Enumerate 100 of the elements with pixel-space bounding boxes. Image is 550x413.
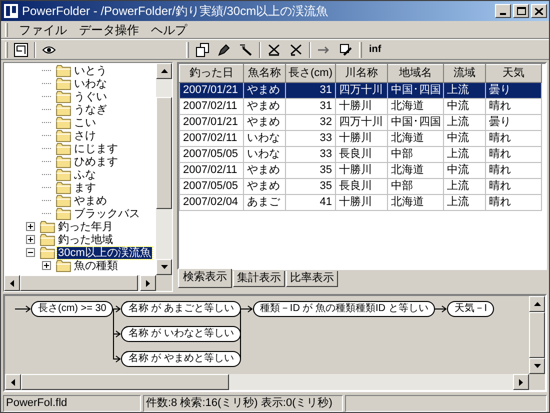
table-cell: 31 [286, 98, 336, 114]
tab[interactable]: 比率表示 [286, 271, 338, 287]
folder-icon [40, 234, 55, 246]
tree-item[interactable]: にじます [73, 142, 119, 154]
table-row[interactable]: 2007/01/21 やまめ 32 四万十川 中国･四国 上流 曇り [180, 114, 542, 130]
left-arrow-icon [10, 280, 14, 286]
table-row[interactable]: 2007/02/11 いわな 33 十勝川 北海道 中流 晴れ [180, 130, 542, 146]
table-cell: 四万十川 [336, 114, 388, 130]
column-header[interactable]: 天気 [486, 64, 542, 82]
folder-icon [56, 104, 71, 116]
scroll-up-button[interactable] [529, 296, 545, 312]
table-cell: やまめ [244, 162, 286, 178]
tree-item[interactable]: 魚の種類 [73, 260, 119, 272]
table-cell: 中国･四国 [388, 114, 444, 130]
scroll-thumb[interactable] [529, 312, 545, 358]
tree-item[interactable]: ます [73, 182, 97, 194]
collapse-button[interactable] [26, 248, 35, 257]
column-header[interactable]: 長さ(cm) [286, 64, 336, 82]
scroll-up-button[interactable] [156, 63, 172, 79]
tree-item[interactable]: こい [73, 116, 97, 128]
condition-node[interactable]: 種類－ID が 魚の種類種類ID と等しい [252, 301, 436, 317]
table-cell: いわな [244, 130, 286, 146]
tree-item[interactable]: ふな [73, 168, 97, 180]
tree-item[interactable]: 釣った地域 [57, 234, 114, 246]
tree-item[interactable]: うぐい [73, 90, 108, 102]
table-cell: 上流 [444, 114, 486, 130]
folder-icon [56, 90, 71, 102]
table-cell: 北海道 [388, 130, 444, 146]
folder-icon [56, 130, 71, 142]
column-header[interactable]: 魚名称 [244, 64, 286, 82]
menu-item[interactable]: ヘルプ [146, 20, 192, 38]
table-cell: 31 [286, 82, 336, 98]
table-row[interactable]: 2007/02/11 やまめ 35 十勝川 北海道 中流 晴れ [180, 162, 542, 178]
scroll-down-button[interactable] [529, 358, 545, 374]
tree-item[interactable]: 釣った年月 [57, 220, 114, 232]
column-header[interactable]: 川名称 [336, 64, 388, 82]
vertical-scrollbar[interactable] [529, 296, 545, 374]
tree-item[interactable]: いとう [73, 64, 108, 76]
minimize-button[interactable] [495, 4, 511, 18]
tree-item[interactable]: やまめ [73, 194, 108, 206]
condition-node[interactable]: 名称 が あまごと等しい [121, 301, 241, 317]
scroll-thumb[interactable] [21, 374, 229, 390]
table-cell: 上流 [444, 194, 486, 210]
table-row[interactable]: 2007/05/05 いわな 33 長良川 中部 上流 晴れ [180, 146, 542, 162]
down-arrow-icon [160, 265, 168, 269]
tree-item[interactable]: いわな [73, 78, 108, 90]
horizontal-scrollbar[interactable] [5, 374, 529, 390]
folder-icon [56, 142, 71, 154]
tree-item[interactable]: ブラックバス [73, 208, 141, 220]
tree-item[interactable]: 30cm以上の渓流魚 [57, 246, 152, 258]
scroll-left-button[interactable] [4, 275, 20, 291]
scroll-left-button[interactable] [5, 374, 21, 390]
maximize-icon [516, 7, 526, 15]
status-panel: PowerFol.fld [3, 395, 141, 412]
folder-icon [56, 260, 71, 272]
scroll-thumb[interactable] [20, 275, 138, 291]
scroll-right-button[interactable] [513, 374, 529, 390]
table-cell: やまめ [244, 82, 286, 98]
copy-button[interactable] [193, 41, 211, 58]
table-row[interactable]: 2007/02/11 やまめ 31 十勝川 北海道 中流 晴れ [180, 98, 542, 114]
scroll-thumb[interactable] [156, 97, 172, 209]
table-cell: やまめ [244, 98, 286, 114]
expand-button[interactable] [26, 222, 35, 231]
condition-node[interactable]: 名称 が やまめと等しい [121, 351, 241, 367]
layout-icon [14, 42, 28, 56]
table-row[interactable]: 2007/02/04 あまご 41 十勝川 北海道 上流 晴れ [180, 194, 542, 210]
column-header[interactable]: 流域 [444, 64, 486, 82]
tab[interactable]: 集計表示 [233, 271, 285, 287]
condition-node[interactable]: 名称 が いわなと等しい [121, 326, 241, 342]
scroll-right-button[interactable] [140, 275, 156, 291]
layout-button[interactable] [12, 41, 30, 58]
table-row[interactable]: 2007/05/05 やまめ 35 長良川 中部 上流 晴れ [180, 178, 542, 194]
table-cell: 十勝川 [336, 130, 388, 146]
info-button[interactable]: inf [366, 42, 384, 57]
maximize-button[interactable] [513, 4, 529, 18]
expand-button[interactable] [26, 235, 35, 244]
folder-icon [56, 168, 71, 180]
table-cell: 中流 [444, 98, 486, 114]
column-header[interactable]: 地域名 [388, 64, 444, 82]
tree-item[interactable]: さけ [73, 130, 97, 142]
condition-node[interactable]: 長さ(cm) >= 30 [31, 301, 114, 317]
menu-item[interactable]: ファイル [14, 20, 72, 38]
edit-icon [340, 44, 352, 56]
horizontal-scrollbar[interactable] [4, 275, 156, 291]
close-button[interactable] [531, 4, 547, 18]
expand-button[interactable] [42, 261, 51, 270]
table-cell: 32 [286, 114, 336, 130]
tab[interactable]: 検索表示 [178, 269, 232, 288]
tree-item[interactable]: うなぎ [73, 104, 108, 116]
menu-item[interactable]: データ操作 [74, 20, 144, 38]
selected-row[interactable]: 2007/01/21 やまめ 31 四万十川 中国･四国 上流 曇り [180, 82, 542, 98]
table-cell: 中国･四国 [388, 82, 444, 98]
table-cell: 33 [286, 130, 336, 146]
tree-item[interactable]: ひめます [73, 156, 119, 168]
condition-node[interactable]: 天気－I [447, 301, 494, 317]
column-header[interactable]: 釣った日 [180, 64, 244, 82]
scroll-down-button[interactable] [156, 259, 172, 275]
vertical-scrollbar[interactable] [156, 63, 172, 275]
table-cell: 2007/02/11 [180, 162, 244, 178]
table-cell: いわな [244, 146, 286, 162]
